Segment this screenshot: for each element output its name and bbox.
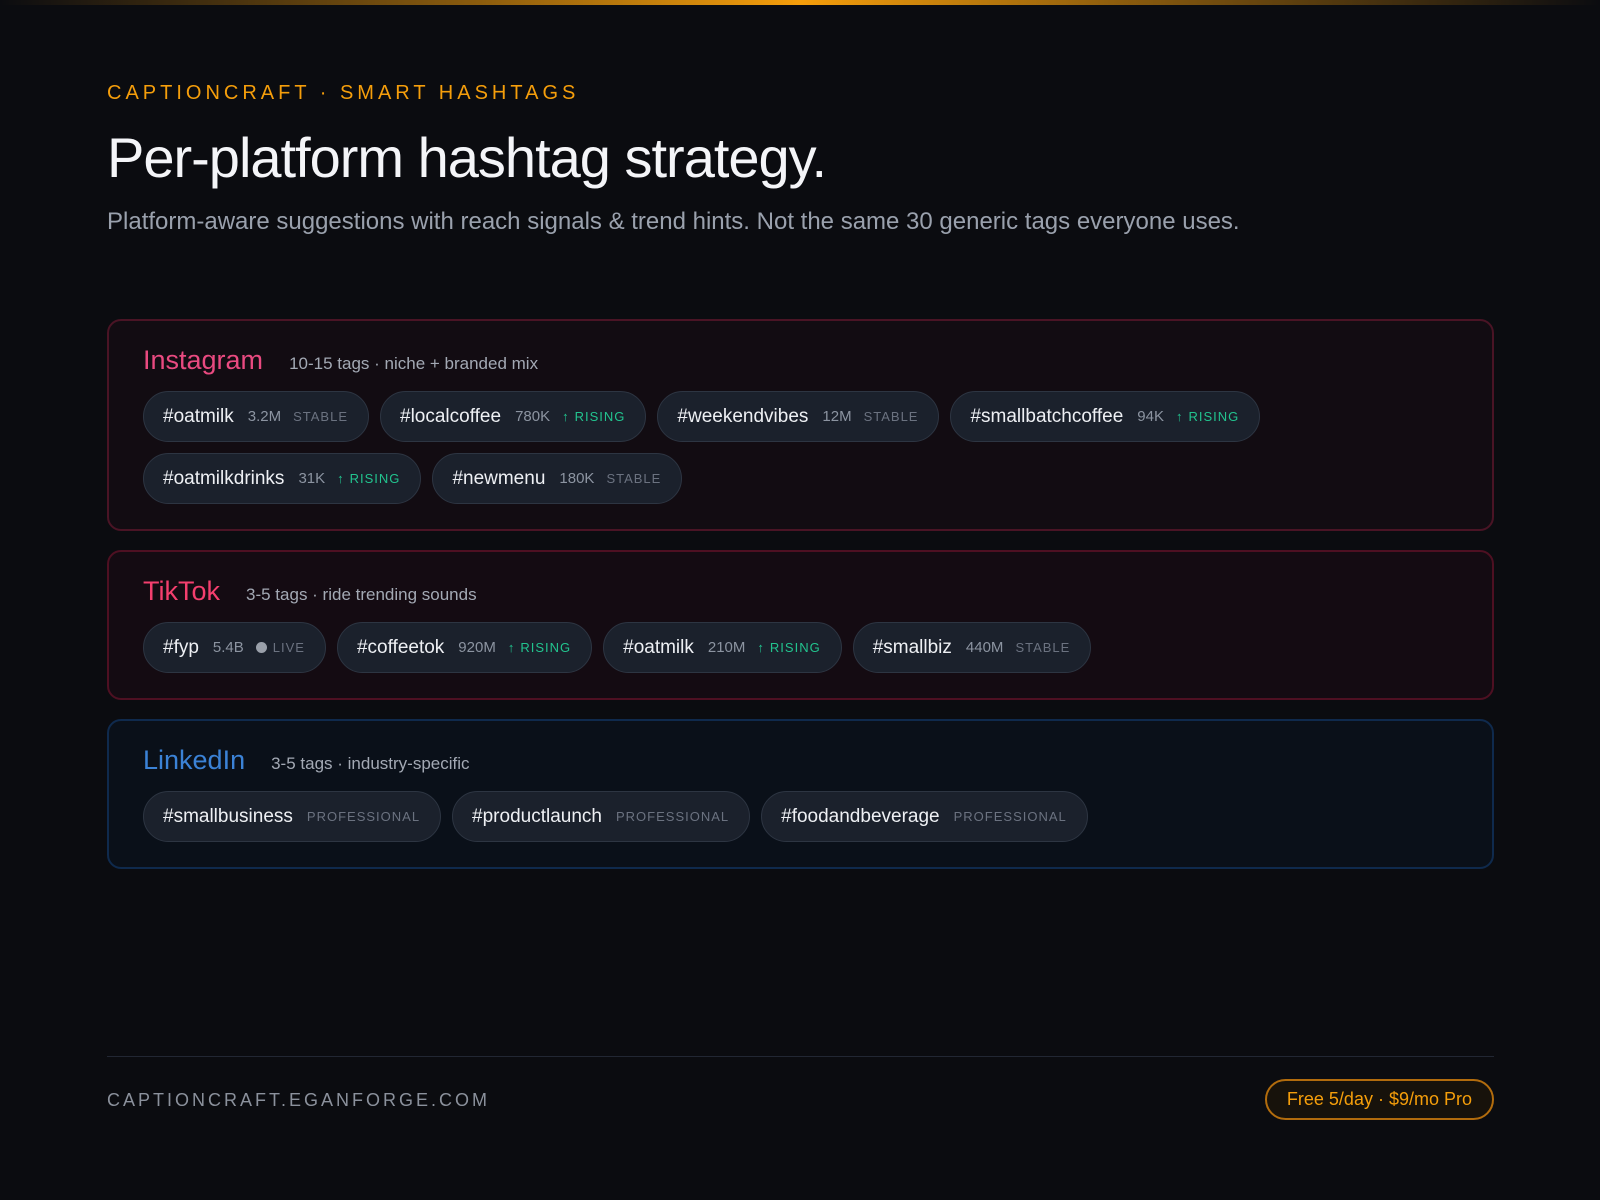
hashtag-label: #productlaunch [472,805,602,827]
card-header: LinkedIn 3-5 tags · industry-specific [143,721,1458,787]
page: CAPTIONCRAFT · SMART HASHTAGS Per-platfo… [107,0,1494,1200]
page-title: Per-platform hashtag strategy. [107,126,827,189]
trend-status: STABLE [1015,640,1070,655]
live-dot-icon [255,642,267,653]
hashtag-label: #weekendvibes [677,405,809,427]
hashtag-label: #foodandbeverage [781,805,940,827]
reach-count: 5.4B [212,639,244,656]
trend-status-label: RISING [520,640,572,655]
hashtag-chip[interactable]: #smallbiz 440M STABLE [852,622,1092,673]
trend-status-label: RISING [769,640,821,655]
trend-status-label: PROFESSIONAL [953,809,1067,824]
hashtag-label: #oatmilkdrinks [163,467,285,489]
trend-status: ↑ RISING [562,409,625,424]
pricing-badge[interactable]: Free 5/day · $9/mo Pro [1264,1079,1494,1120]
hashtag-chip[interactable]: #fyp 5.4B LIVE [143,622,326,673]
trend-status: PROFESSIONAL [307,809,420,824]
hashtag-chip[interactable]: #oatmilk 3.2M STABLE [143,391,369,442]
trend-status-label: RISING [574,409,626,424]
hashtag-chip[interactable]: #newmenu 180K STABLE [432,453,683,504]
hashtag-chip[interactable]: #localcoffee 780K ↑ RISING [380,391,647,442]
platform-hint: 3-5 tags · industry-specific [271,754,470,773]
hashtag-label: #fyp [163,636,199,658]
hashtag-label: #localcoffee [400,405,502,427]
platform-hint: 10-15 tags · niche + branded mix [289,354,539,373]
trend-status: ↑ RISING [1176,409,1239,424]
hashtag-chip[interactable]: #oatmilk 210M ↑ RISING [603,622,842,673]
arrow-up-icon: ↑ [507,640,516,655]
hashtag-chip[interactable]: #weekendvibes 12M STABLE [657,391,940,442]
hashtag-chip[interactable]: #smallbatchcoffee 94K ↑ RISING [950,391,1261,442]
trend-status-label: STABLE [863,409,919,424]
hashtag-chip[interactable]: #productlaunch PROFESSIONAL [452,791,751,842]
trend-status-label: LIVE [272,640,305,655]
card-header: TikTok 3-5 tags · ride trending sounds [143,552,1458,618]
reach-count: 180K [559,470,595,487]
footer-divider [107,1056,1494,1057]
trend-status-label: PROFESSIONAL [306,809,421,824]
page-subtitle: Platform-aware suggestions with reach si… [107,208,1240,235]
reach-count: 920M [458,639,496,656]
trend-status: PROFESSIONAL [616,809,729,824]
platform-card-linkedin: LinkedIn 3-5 tags · industry-specific #s… [107,719,1494,869]
trend-status-label: STABLE [1015,640,1071,655]
hashtag-label: #smallbatchcoffee [970,405,1124,427]
reach-count: 210M [707,639,746,656]
reach-count: 94K [1137,408,1164,425]
trend-status: ↑ RISING [337,471,400,486]
hashtag-label: #smallbusiness [163,805,293,827]
tag-list: #oatmilk 3.2M STABLE #localcoffee 780K ↑ RISIN… [143,391,1458,504]
trend-status: ↑ RISING [757,640,820,655]
trend-status-label: STABLE [293,409,348,424]
trend-status: STABLE [864,409,919,424]
hashtag-chip[interactable]: #foodandbeverage PROFESSIONAL [761,791,1088,842]
platform-card-tiktok: TikTok 3-5 tags · ride trending sounds #… [107,550,1494,700]
trend-status: ↑ RISING [508,640,571,655]
hashtag-label: #oatmilk [623,636,694,658]
platform-name: TikTok [143,576,221,606]
platform-card-instagram: Instagram 10-15 tags · niche + branded m… [107,319,1494,531]
reach-count: 3.2M [247,408,282,425]
arrow-up-icon: ↑ [757,640,765,655]
hashtag-label: #oatmilk [163,405,234,427]
hashtag-label: #newmenu [452,467,546,489]
trend-status: STABLE [293,409,348,424]
reach-count: 31K [298,470,326,487]
eyebrow: CAPTIONCRAFT · SMART HASHTAGS [107,82,580,104]
hashtag-chip[interactable]: #smallbusiness PROFESSIONAL [143,791,442,842]
trend-status-label: RISING [1188,409,1240,424]
platform-name: LinkedIn [143,745,246,775]
tag-list: #fyp 5.4B LIVE #coffeetok 920M ↑ RISING #oatmil… [143,622,1458,673]
arrow-up-icon: ↑ [1175,409,1184,424]
trend-status: PROFESSIONAL [954,809,1067,824]
trend-status-label: STABLE [606,471,662,486]
hashtag-chip[interactable]: #oatmilkdrinks 31K ↑ RISING [143,453,422,504]
arrow-up-icon: ↑ [337,471,345,486]
arrow-up-icon: ↑ [562,409,570,424]
tag-list: #smallbusiness PROFESSIONAL #productlaunch… [143,791,1458,842]
reach-count: 12M [822,408,852,425]
platform-name: Instagram [143,345,264,375]
card-header: Instagram 10-15 tags · niche + branded m… [143,321,1458,387]
reach-count: 440M [965,639,1004,656]
reach-count: 780K [515,408,551,425]
trend-status: STABLE [606,471,661,486]
trend-status-label: RISING [349,471,401,486]
footer-url[interactable]: CAPTIONCRAFT.EGANFORGE.COM [107,1090,490,1111]
hashtag-label: #coffeetok [356,636,445,658]
hashtag-chip[interactable]: #coffeetok 920M ↑ RISING [336,622,593,673]
trend-status-label: PROFESSIONAL [615,809,730,824]
trend-status: LIVE [255,640,305,655]
hashtag-label: #smallbiz [872,636,952,658]
platform-hint: 3-5 tags · ride trending sounds [246,585,477,604]
